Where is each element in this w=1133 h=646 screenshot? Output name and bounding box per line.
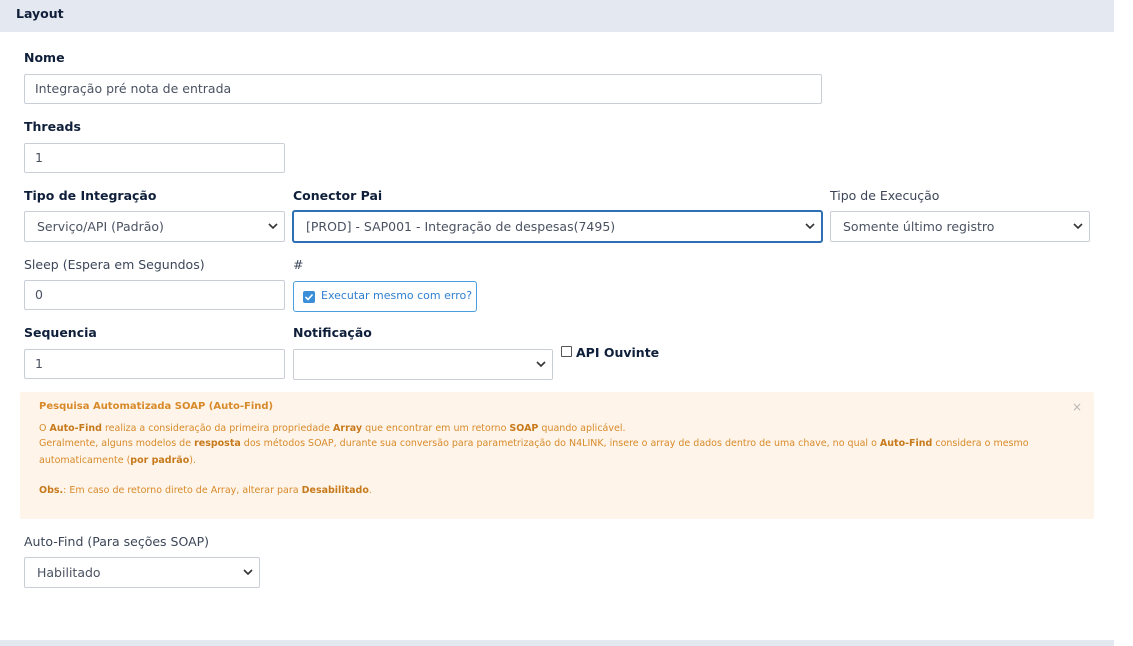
sequencia-input[interactable]: 1 <box>24 349 285 379</box>
alert-line-2: Geralmente, alguns modelos de resposta d… <box>39 438 1029 449</box>
tipo-execucao-value: Somente último registro <box>843 219 995 234</box>
hash-label: # <box>293 257 304 272</box>
chevron-down-icon <box>1073 223 1083 230</box>
conector-pai-value: [PROD] - SAP001 - Integração de despesas… <box>306 219 616 234</box>
auto-find-value: Habilitado <box>37 565 101 580</box>
section-header: Layout <box>0 0 1114 32</box>
chevron-down-icon <box>536 361 546 368</box>
section-footer <box>0 640 1114 646</box>
conector-pai-select[interactable]: [PROD] - SAP001 - Integração de despesas… <box>293 211 822 242</box>
executar-mesmo-com-erro-toggle[interactable]: Executar mesmo com erro? <box>293 281 477 312</box>
nome-label: Nome <box>24 50 65 65</box>
notificacao-label: Notificação <box>293 325 372 340</box>
tipo-integracao-value: Serviço/API (Padrão) <box>37 219 164 234</box>
tipo-execucao-select[interactable]: Somente último registro <box>830 211 1090 242</box>
api-ouvinte-label: API Ouvinte <box>576 345 660 360</box>
notificacao-select[interactable] <box>293 349 553 380</box>
alert-title: Pesquisa Automatizada SOAP (Auto-Find) <box>39 401 274 412</box>
executar-mesmo-com-erro-label: Executar mesmo com erro? <box>321 289 473 302</box>
tipo-integracao-label: Tipo de Integração <box>24 188 157 203</box>
auto-find-label: Auto-Find (Para seções SOAP) <box>24 534 210 549</box>
auto-find-select[interactable]: Habilitado <box>24 557 260 588</box>
tipo-execucao-label: Tipo de Execução <box>830 188 940 203</box>
chevron-down-icon <box>268 223 278 230</box>
close-icon[interactable]: × <box>1072 400 1082 414</box>
checkbox-checked-icon <box>303 291 315 303</box>
conector-pai-label: Conector Pai <box>293 188 383 203</box>
sequencia-label: Sequencia <box>24 325 97 340</box>
sleep-input[interactable]: 0 <box>24 280 285 310</box>
auto-find-alert: Pesquisa Automatizada SOAP (Auto-Find) ×… <box>20 392 1094 519</box>
alert-line-1: O Auto-Find realiza a consideração da pr… <box>39 423 626 434</box>
chevron-down-icon <box>805 223 815 230</box>
alert-line-4: Obs.: Em caso de retorno direto de Array… <box>39 485 372 496</box>
tipo-integracao-select[interactable]: Serviço/API (Padrão) <box>24 211 285 242</box>
alert-line-3: automaticamente (por padrão). <box>39 455 196 466</box>
page-gutter <box>1114 0 1133 646</box>
api-ouvinte-checkbox[interactable] <box>561 346 572 357</box>
sleep-label: Sleep (Espera em Segundos) <box>24 257 205 272</box>
threads-label: Threads <box>24 119 81 134</box>
threads-input[interactable]: 1 <box>24 143 285 173</box>
section-title: Layout <box>16 6 64 21</box>
chevron-down-icon <box>243 569 253 576</box>
nome-input[interactable]: Integração pré nota de entrada <box>24 74 822 104</box>
